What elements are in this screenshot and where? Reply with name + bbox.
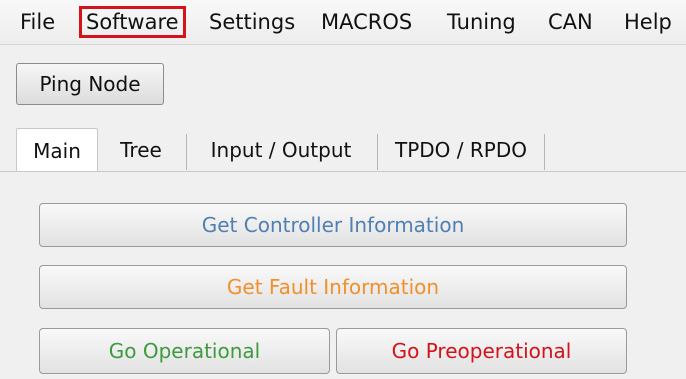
tab-tree[interactable]: Tree [98,128,184,172]
tab-input-output[interactable]: Input / Output [187,128,375,172]
menu-tuning[interactable]: Tuning [443,6,520,38]
menu-help[interactable]: Help [620,6,676,38]
tab-tpdo-rpdo[interactable]: TPDO / RPDO [378,128,544,172]
tab-strip: Main Tree Input / Output TPDO / RPDO [16,128,686,172]
get-controller-information-button[interactable]: Get Controller Information [39,203,627,247]
menu-file[interactable]: File [16,6,59,38]
get-fault-information-button[interactable]: Get Fault Information [39,265,627,309]
tab-main[interactable]: Main [16,128,98,172]
tab-separator [544,134,545,170]
ping-node-button[interactable]: Ping Node [16,63,164,105]
menu-macros[interactable]: MACROS [317,6,416,38]
app-window: File Software Settings MACROS Tuning CAN… [0,0,686,379]
go-operational-button[interactable]: Go Operational [39,328,330,374]
menu-settings[interactable]: Settings [205,6,299,38]
menu-software[interactable]: Software [79,6,186,38]
menu-can[interactable]: CAN [544,6,597,38]
menu-bar: File Software Settings MACROS Tuning CAN… [0,0,686,45]
go-preoperational-button[interactable]: Go Preoperational [336,328,627,374]
